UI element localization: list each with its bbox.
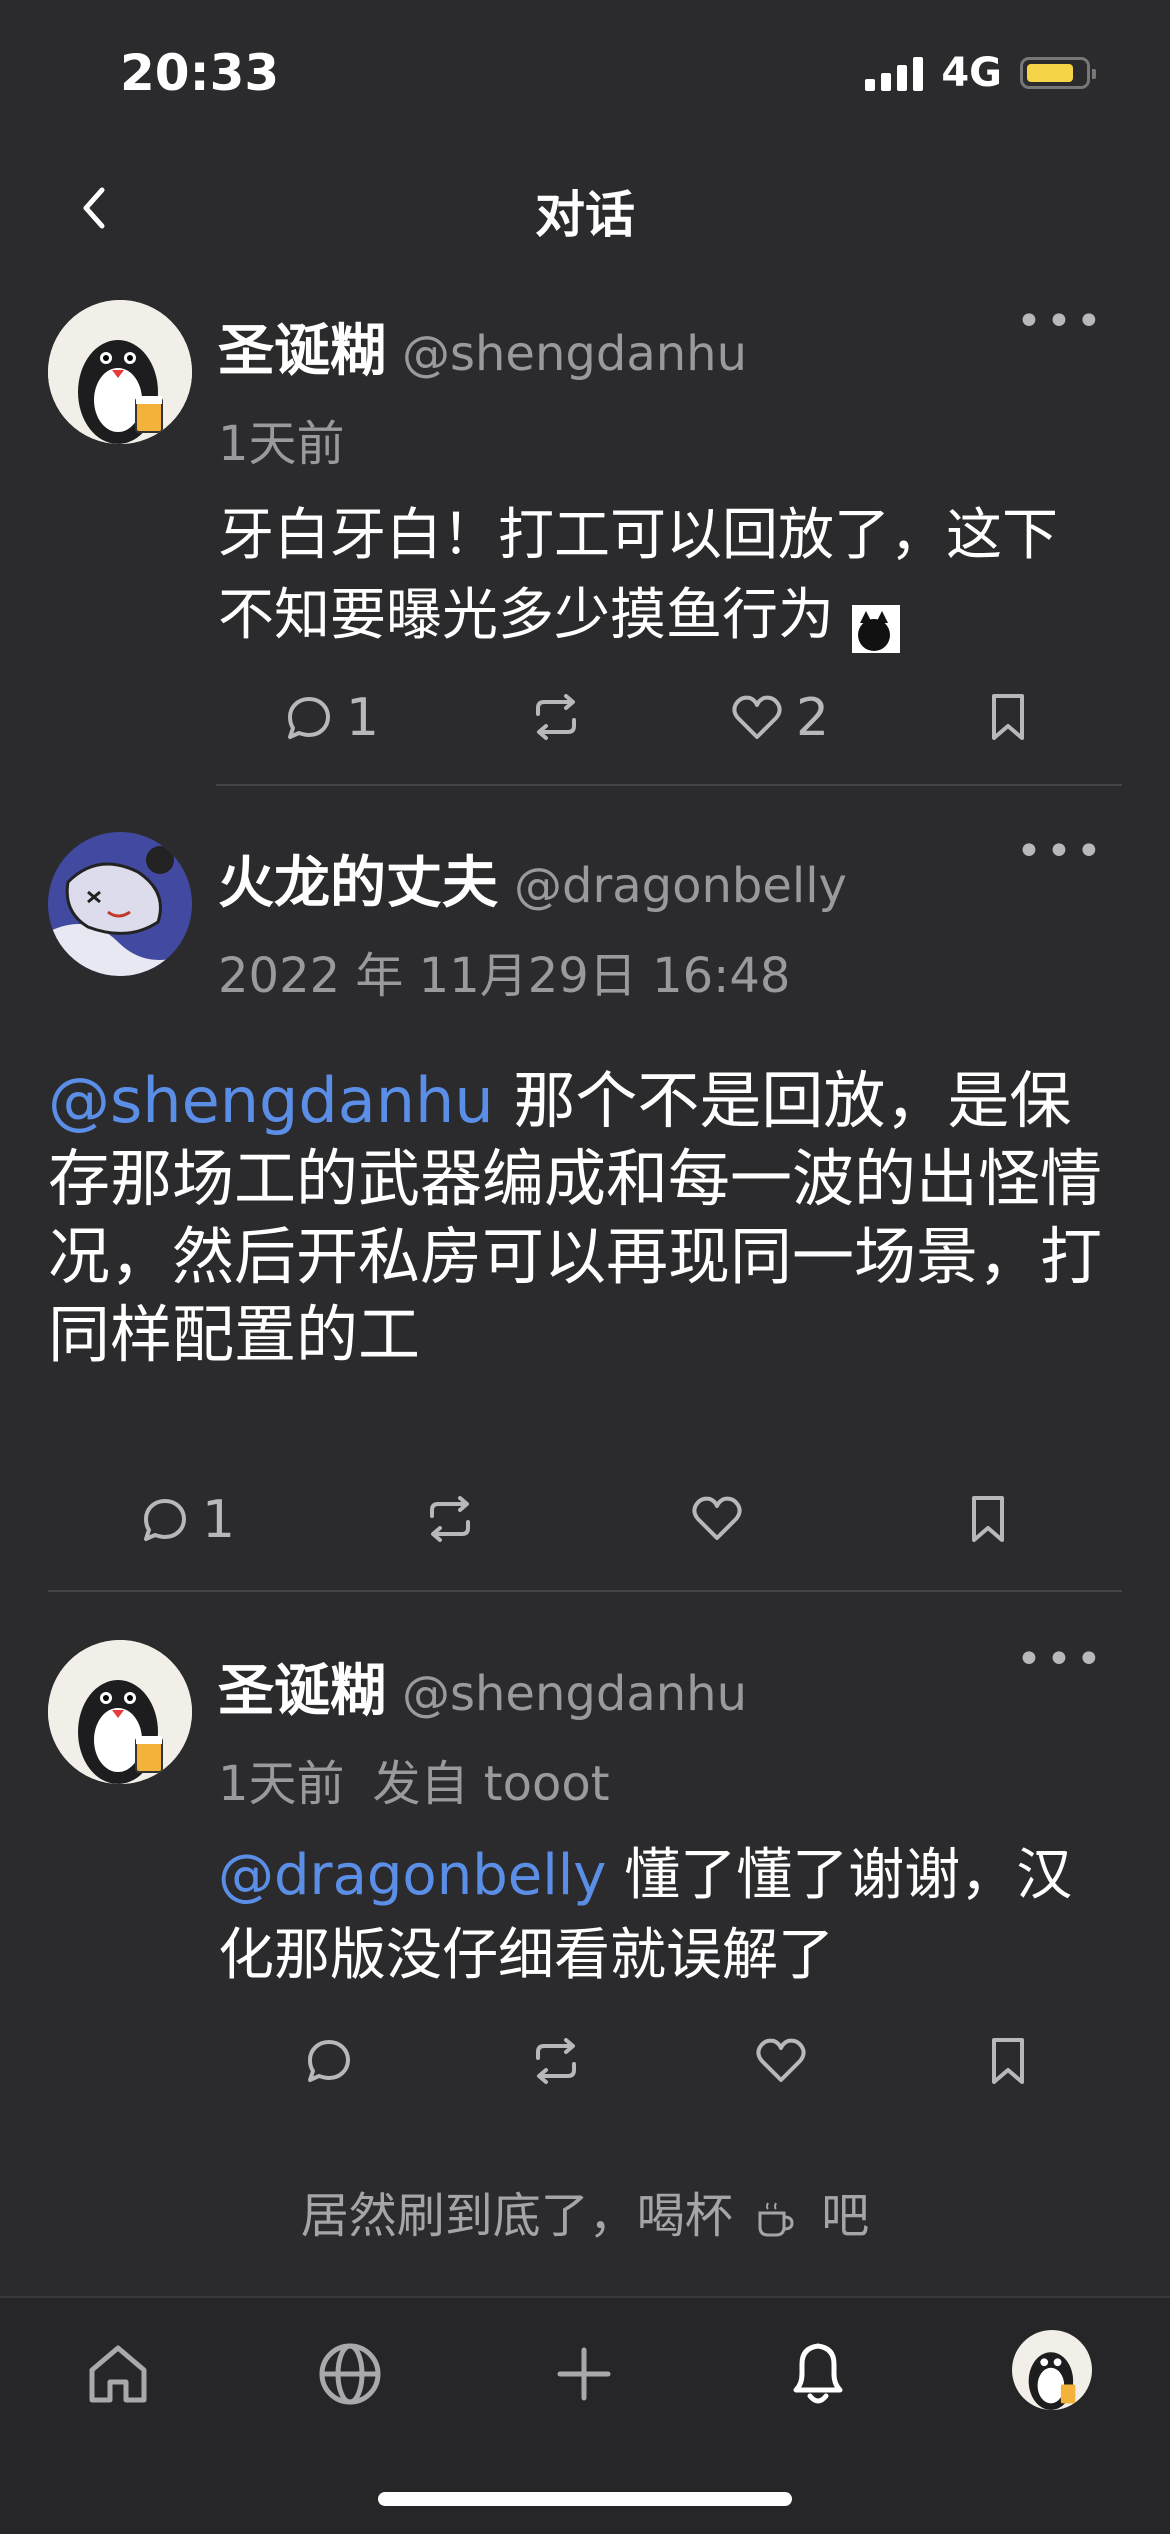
bookmark-icon — [992, 694, 1024, 740]
status-time: 20:33 — [120, 44, 280, 102]
boost-button[interactable] — [530, 2036, 582, 2086]
coffee-icon — [758, 2202, 794, 2237]
post-source: 发自 tooot — [372, 1756, 610, 1812]
display-name[interactable]: 火龙的丈夫 — [218, 851, 498, 916]
emoji-icon — [851, 595, 900, 653]
bookmark-button[interactable] — [968, 1494, 1008, 1544]
more-icon[interactable]: ••• — [1016, 826, 1106, 877]
boost-button[interactable] — [424, 1494, 476, 1544]
favourite-button[interactable]: 2 — [730, 688, 829, 748]
notifications-icon — [793, 2343, 843, 2404]
reply-button[interactable] — [304, 2036, 354, 2086]
reply-icon — [308, 2040, 350, 2082]
reply-button[interactable]: 1 — [284, 688, 379, 748]
mention-link[interactable]: @shengdanhu — [48, 1064, 494, 1137]
globe-icon — [319, 2343, 381, 2405]
reply-count: 1 — [346, 688, 380, 748]
more-icon[interactable]: ••• — [1016, 296, 1106, 347]
handle[interactable]: @shengdanhu — [402, 1666, 747, 1722]
post-time: 1天前 — [218, 1756, 345, 1812]
favourite-button[interactable] — [754, 2036, 808, 2086]
battery-icon — [1020, 57, 1096, 89]
favourite-icon — [692, 1496, 742, 1540]
boost-button[interactable] — [530, 692, 582, 742]
post-time: 1天前 — [218, 416, 345, 472]
post-time: 2022 年 11月29日 16:48 — [218, 948, 791, 1004]
status-indicators: 4G — [865, 50, 1096, 96]
bookmark-button[interactable] — [988, 692, 1028, 742]
post-header: 圣诞糊 @shengdanhu — [218, 1646, 747, 1727]
post-header: 火龙的丈夫 @dragonbelly — [218, 838, 847, 919]
boost-icon — [536, 2038, 576, 2084]
reply-count: 1 — [202, 1490, 236, 1550]
display-name[interactable]: 圣诞糊 — [218, 319, 386, 384]
page-title: 对话 — [535, 186, 635, 244]
avatar[interactable] — [48, 300, 192, 444]
display-name[interactable]: 圣诞糊 — [218, 1659, 386, 1724]
avatar[interactable] — [48, 1640, 192, 1784]
signal-icon — [865, 55, 924, 91]
reply-button[interactable]: 1 — [140, 1490, 235, 1550]
tab-public[interactable] — [314, 2338, 386, 2414]
post-meta: 1天前 发自 tooot — [218, 1744, 610, 1814]
reply-icon — [144, 1499, 186, 1541]
post-content: @dragonbelly 懂了懂了谢谢，汉化那版没仔细看就误解了 — [218, 1836, 1098, 1996]
handle[interactable]: @dragonbelly — [514, 858, 847, 914]
divider — [216, 784, 1122, 786]
note-text: 居然刷到底了，喝杯 — [300, 2188, 733, 2244]
mention-link[interactable]: @dragonbelly — [218, 1843, 606, 1908]
post-content: 牙白牙白！打工可以回放了，这下不知要曝光多少摸鱼行为 — [218, 496, 1098, 656]
note-text: 吧 — [821, 2188, 870, 2244]
post-text: 牙白牙白！打工可以回放了，这下不知要曝光多少摸鱼行为 — [218, 503, 1058, 648]
tab-compose[interactable] — [548, 2338, 620, 2414]
favourite-icon — [756, 2038, 806, 2082]
favourite-count: 2 — [796, 688, 830, 748]
network-label: 4G — [941, 50, 1002, 96]
favourite-button[interactable] — [690, 1494, 744, 1544]
avatar[interactable] — [48, 832, 192, 976]
tab-home[interactable] — [82, 2338, 154, 2414]
tab-notifications[interactable] — [782, 2334, 854, 2418]
bookmark-button[interactable] — [988, 2036, 1028, 2086]
compose-icon — [557, 2347, 611, 2401]
post-header: 圣诞糊 @shengdanhu — [218, 306, 747, 387]
more-icon[interactable]: ••• — [1016, 1634, 1106, 1685]
post-content: @shengdanhu 那个不是回放，是保存那场工的武器编成和每一波的出怪情况，… — [48, 1062, 1120, 1374]
home-icon — [89, 2345, 147, 2403]
profile-avatar[interactable] — [1012, 2330, 1092, 2410]
end-of-thread-note: 居然刷到底了，喝杯 吧 — [0, 2176, 1170, 2246]
handle[interactable]: @shengdanhu — [402, 326, 747, 382]
bookmark-icon — [992, 2038, 1024, 2084]
favourite-icon — [732, 695, 782, 739]
reply-icon — [288, 697, 330, 739]
home-indicator — [378, 2492, 792, 2506]
bookmark-icon — [972, 1496, 1004, 1542]
boost-icon — [430, 1496, 470, 1542]
boost-icon — [536, 694, 576, 740]
divider — [48, 1590, 1122, 1592]
